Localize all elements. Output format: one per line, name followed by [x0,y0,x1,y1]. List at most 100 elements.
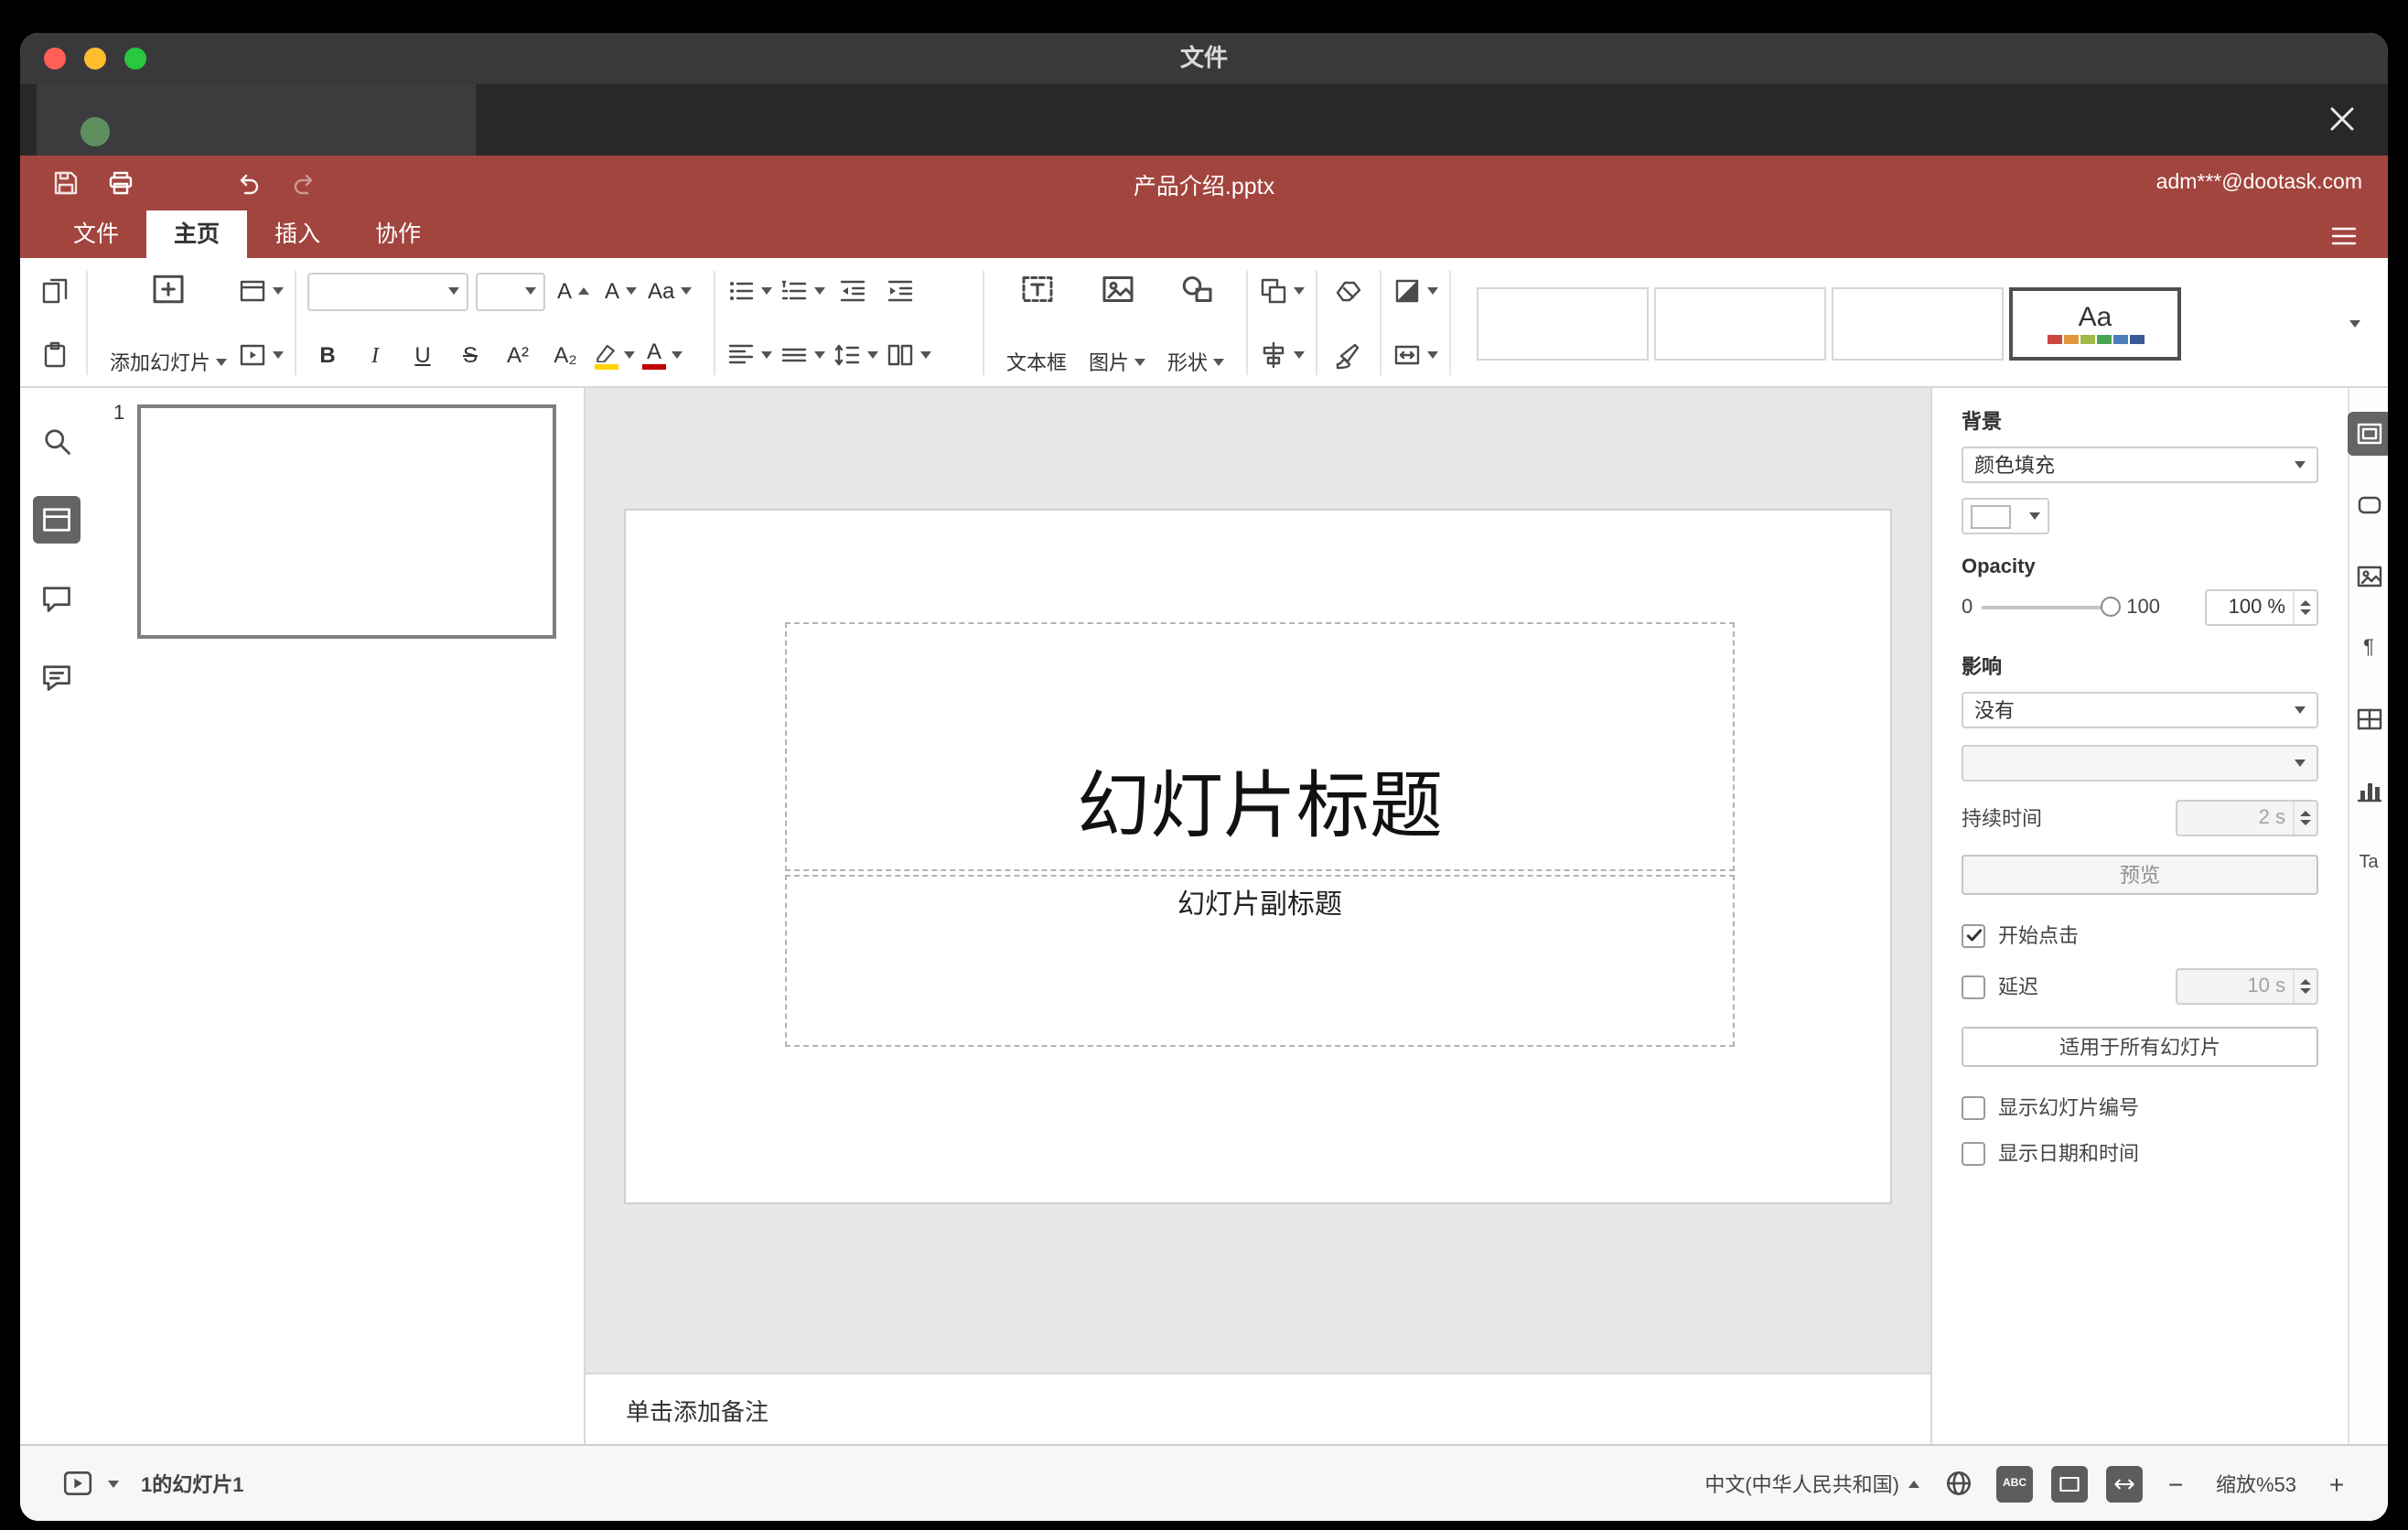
change-case-button[interactable]: Aa [648,269,692,313]
language-label: 中文(中华人民共和国) [1704,1474,1899,1496]
hamburger-menu-button[interactable] [2329,223,2359,249]
vertical-align-button[interactable] [779,333,825,377]
spinner-arrows[interactable] [2293,970,2317,1003]
text-language-selector[interactable]: 中文(中华人民共和国) [1704,1469,1919,1498]
theme-option-selected[interactable]: Aa [2009,286,2181,360]
delay-spinner[interactable]: 10 s [2176,968,2318,1005]
opacity-min-label: 0 [1962,597,1973,619]
change-layout-button[interactable] [238,269,284,313]
superscript-button[interactable]: A² [498,333,538,377]
opacity-slider-knob[interactable] [2101,597,2122,617]
tab-insert[interactable]: 插入 [247,210,348,258]
decrease-indent-button[interactable] [833,269,873,313]
insert-textbox-button[interactable]: 文本框 [995,265,1078,381]
search-button[interactable] [32,417,80,465]
theme-option-2[interactable] [1654,286,1826,360]
spinner-arrows[interactable] [2293,802,2317,835]
slide-thumbnail-1[interactable] [137,404,556,639]
editor-header-row: 产品介绍.pptx adm***@dootask.com [20,156,2388,210]
table-settings-tab[interactable] [2347,697,2388,741]
apply-to-all-slides-button[interactable]: 适用于所有幻灯片 [1962,1027,2318,1067]
tab-collaboration[interactable]: 协作 [348,210,448,258]
fit-to-slide-toggle[interactable] [2051,1465,2088,1502]
subscript-button[interactable]: A₂ [545,333,586,377]
chart-settings-tab[interactable] [2347,769,2388,813]
bullets-button[interactable] [726,269,772,313]
slide[interactable]: 幻灯片标题 幻灯片副标题 [624,509,1892,1204]
delay-checkbox[interactable] [1962,975,1985,998]
italic-button[interactable]: I [355,333,395,377]
theme-option-1[interactable] [1477,286,1649,360]
start-slideshow-button[interactable] [57,1461,97,1505]
theme-preview-glyph: Aa [2078,301,2112,332]
font-color-button[interactable]: A [642,333,683,377]
title-placeholder[interactable]: 幻灯片标题 [785,622,1735,871]
line-spacing-button[interactable] [833,333,878,377]
redo-button[interactable] [284,163,324,203]
copy-button[interactable] [35,269,75,313]
underline-button[interactable]: U [403,333,443,377]
bold-button[interactable]: B [307,333,348,377]
comments-button[interactable] [32,575,80,622]
font-name-combobox[interactable] [307,272,468,310]
strikeout-button[interactable]: S [450,333,490,377]
increase-indent-button[interactable] [880,269,920,313]
slide-size-button[interactable] [1392,333,1438,377]
decrease-font-size-button[interactable]: A [600,269,640,313]
font-bigger-glyph: A [556,278,572,304]
slide-fill-button[interactable] [1392,269,1438,313]
insert-shape-button[interactable]: 形状 [1156,265,1235,381]
columns-button[interactable] [886,333,931,377]
slide-settings-tab[interactable] [2347,412,2388,456]
numbering-button[interactable] [779,269,825,313]
save-button[interactable] [46,163,86,203]
hamburger-icon [2331,227,2357,245]
show-slide-number-checkbox[interactable] [1962,1095,1985,1119]
opacity-slider[interactable] [1982,597,2122,617]
fit-to-width-toggle[interactable] [2106,1465,2143,1502]
document-language-button[interactable] [1938,1461,1978,1505]
undo-button[interactable] [229,163,269,203]
show-date-time-checkbox[interactable] [1962,1141,1985,1165]
copy-style-button[interactable] [1328,333,1369,377]
paragraph-settings-tab[interactable]: ¶ [2347,626,2388,670]
insert-image-button[interactable]: 图片 [1078,265,1156,381]
slides-panel-button[interactable] [32,496,80,544]
shape-settings-tab[interactable] [2347,483,2388,527]
highlight-color-button[interactable] [593,333,635,377]
preview-effect-button[interactable]: 预览 [1962,855,2318,895]
fill-color-select[interactable] [1962,498,2049,534]
chat-button[interactable] [32,653,80,701]
notes-area[interactable]: 单击添加备注 [586,1373,1930,1444]
zoom-in-button[interactable]: + [2322,1469,2351,1498]
opacity-spinner[interactable]: 100 % [2205,589,2318,626]
slideshow-options-caret[interactable] [108,1480,119,1487]
spinner-arrows[interactable] [2293,591,2317,624]
clear-style-button[interactable] [1328,269,1369,313]
image-settings-tab[interactable] [2347,555,2388,598]
theme-option-3[interactable] [1832,286,2004,360]
start-on-click-checkbox[interactable] [1962,923,1985,947]
slide-canvas[interactable]: 幻灯片标题 幻灯片副标题 [586,388,1930,1373]
zoom-out-button[interactable]: − [2161,1469,2190,1498]
effect-type-select[interactable] [1962,745,2318,781]
tab-home[interactable]: 主页 [146,210,248,258]
paste-button[interactable] [35,333,75,377]
preview-slideshow-button[interactable] [238,333,284,377]
textart-settings-tab[interactable]: Ta [2347,840,2388,884]
fill-type-select[interactable]: 颜色填充 [1962,447,2318,483]
font-size-combobox[interactable] [476,272,545,310]
horizontal-align-button[interactable] [726,333,772,377]
effect-select[interactable]: 没有 [1962,692,2318,728]
close-preview-button[interactable] [2326,102,2359,135]
spellcheck-toggle[interactable]: ABC [1996,1465,2033,1502]
arrange-objects-button[interactable] [1259,269,1305,313]
add-slide-button[interactable]: 添加幻灯片 [99,265,238,381]
toolbar-collapse-button[interactable] [2337,305,2373,341]
print-button[interactable] [101,163,141,203]
subtitle-placeholder[interactable]: 幻灯片副标题 [785,875,1735,1047]
duration-spinner[interactable]: 2 s [2176,800,2318,836]
increase-font-size-button[interactable]: A [553,269,593,313]
tab-file[interactable]: 文件 [46,210,146,258]
align-objects-button[interactable] [1259,333,1305,377]
